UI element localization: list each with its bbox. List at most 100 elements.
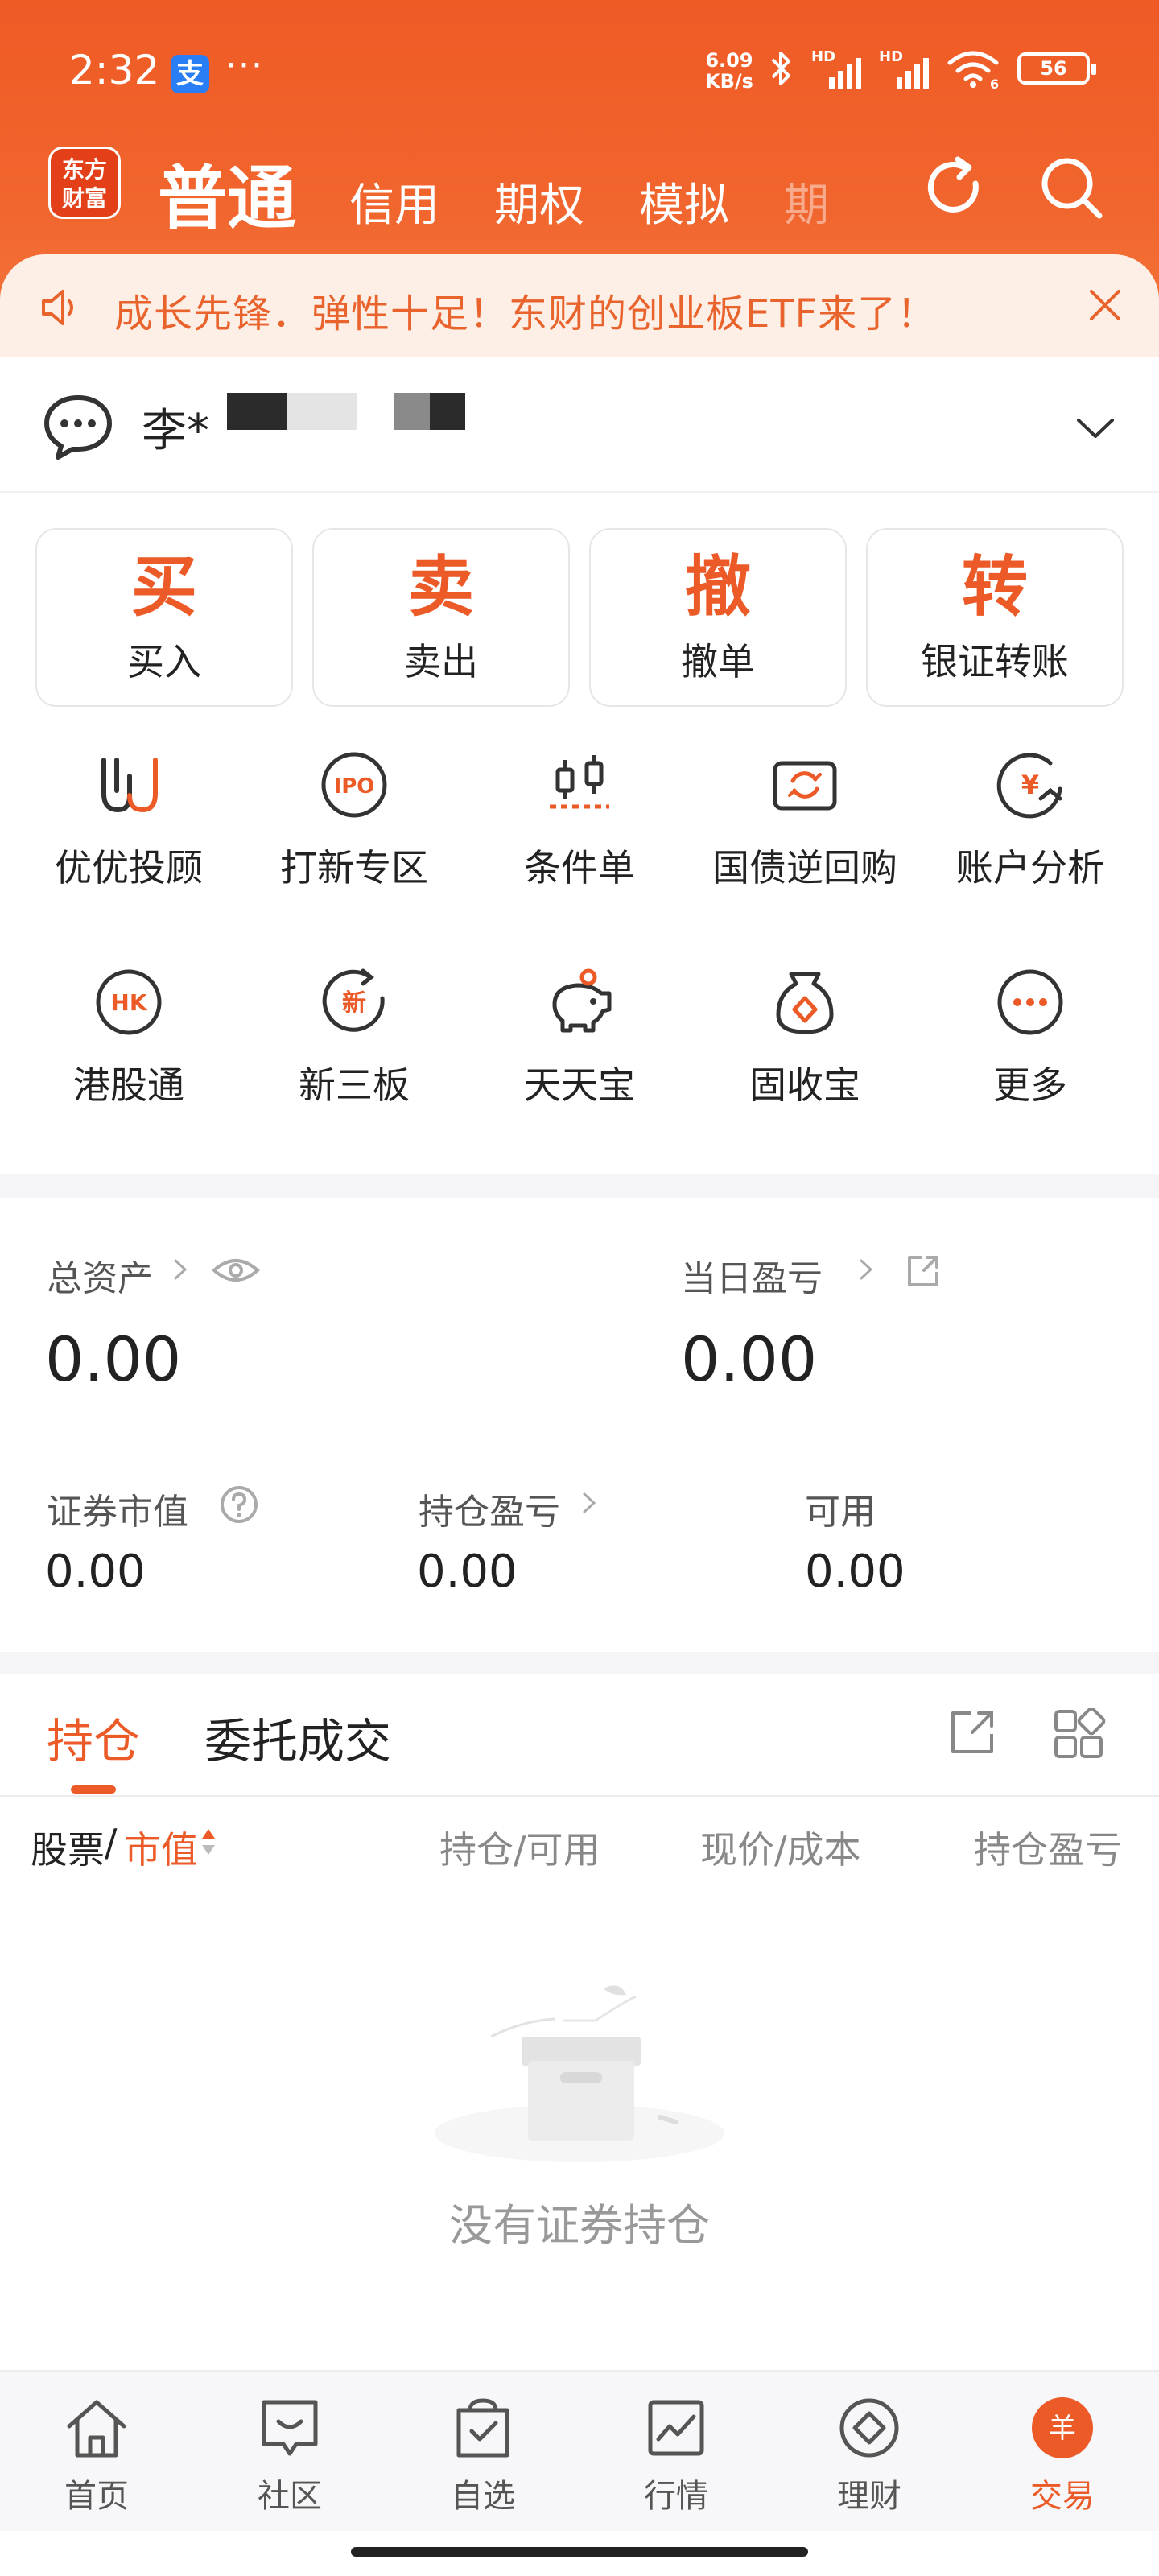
column-hold-pl: 持仓盈亏 <box>974 1828 1122 1869</box>
nav-watchlist-label: 自选 <box>451 2478 515 2515</box>
net-speed-value: 6.09 <box>705 49 753 72</box>
market-icon <box>648 2400 704 2456</box>
wifi-icon: 6 <box>947 51 999 89</box>
tab-orders-trades[interactable]: 委托成交 <box>204 1703 391 1771</box>
nav-community[interactable]: 社区 <box>209 2394 370 2516</box>
bank-transfer-button[interactable]: 转 银证转账 <box>866 528 1124 707</box>
wealth-icon <box>839 2398 899 2458</box>
export-icon[interactable] <box>947 1707 998 1758</box>
buy-label: 买入 <box>127 640 201 683</box>
masked-account-block <box>227 393 287 430</box>
daily-pl-label[interactable]: 当日盈亏 <box>681 1249 823 1301</box>
money-bag-icon <box>776 972 834 1034</box>
empty-box-illustration <box>435 1985 724 2162</box>
tab-credit[interactable]: 信用 <box>349 169 439 234</box>
wifi-badge: 6 <box>990 76 999 89</box>
brand-logo-line1: 东方 <box>61 156 107 183</box>
nav-wealth[interactable]: 理财 <box>789 2394 950 2516</box>
more-icon <box>997 969 1063 1035</box>
tiantianbao-button[interactable]: 天天宝 <box>467 966 692 1107</box>
tab-positions[interactable]: 持仓 <box>47 1703 140 1771</box>
tiantianbao-label: 天天宝 <box>524 1063 635 1107</box>
empty-positions-text: 没有证券持仓 <box>449 2200 710 2251</box>
available-value: 0.00 <box>805 1546 905 1598</box>
trade-icon-glyph: 羊 <box>1049 2413 1076 2445</box>
guoshoubao-button[interactable]: 固收宝 <box>692 966 918 1107</box>
new-third-board-button[interactable]: 新 新三板 <box>241 966 467 1107</box>
market-value: 0.00 <box>45 1546 146 1598</box>
chevron-right-icon[interactable] <box>856 1256 877 1283</box>
status-time: 2:32 <box>69 47 160 93</box>
account-selector[interactable]: 李* <box>0 357 1159 493</box>
home-indicator[interactable] <box>351 2547 808 2557</box>
bond-repo-icon <box>773 761 837 811</box>
nav-market[interactable]: 行情 <box>596 2394 757 2516</box>
community-icon <box>262 2400 318 2456</box>
nav-trade[interactable]: 羊 交易 <box>982 2394 1143 2516</box>
signal-icon-1: HD <box>811 48 861 89</box>
account-analysis-button[interactable]: ¥ 账户分析 <box>918 749 1143 890</box>
grid-view-icon[interactable] <box>1053 1708 1106 1761</box>
share-icon[interactable] <box>905 1253 942 1290</box>
column-hold-available: 持仓/可用 <box>439 1828 600 1872</box>
bond-repo-button[interactable]: 国债逆回购 <box>692 749 918 890</box>
market-value-label: 证券市值 <box>47 1492 188 1533</box>
chevron-down-icon[interactable] <box>1074 406 1117 449</box>
close-icon[interactable] <box>1087 287 1124 324</box>
hk-connect-icon: HK <box>96 969 162 1035</box>
guoshoubao-label: 固收宝 <box>749 1063 860 1107</box>
chevron-right-icon[interactable] <box>171 1256 192 1283</box>
chat-bubble-icon[interactable] <box>42 393 114 462</box>
eye-icon[interactable] <box>211 1254 261 1286</box>
bluetooth-icon <box>771 52 790 85</box>
available-label: 可用 <box>805 1492 876 1533</box>
tab-simulation[interactable]: 模拟 <box>639 169 729 234</box>
tab-options[interactable]: 期权 <box>494 169 584 234</box>
buy-glyph: 买 <box>130 549 197 625</box>
search-icon[interactable] <box>1035 151 1107 224</box>
refresh-icon[interactable] <box>918 151 990 224</box>
total-assets-label[interactable]: 总资产 <box>47 1249 153 1301</box>
buy-button[interactable]: 买 买入 <box>35 528 293 707</box>
nav-market-label: 行情 <box>644 2478 708 2515</box>
status-icons: HD HD 6 56 <box>769 48 1096 89</box>
bottom-navigation: 首页 社区 自选 行情 理财 羊 交易 <box>0 2370 1159 2531</box>
chevron-right-icon[interactable] <box>580 1489 600 1517</box>
hk-connect-label: 港股通 <box>73 1063 184 1107</box>
position-pl-label[interactable]: 持仓盈亏 <box>419 1483 560 1534</box>
status-bar: 2:32 支 ··· 6.09 KB/s HD HD 6 56 <box>0 0 1159 137</box>
account-type-nav: 东方 财富 普通 信用 期权 模拟 期 <box>0 137 1159 250</box>
transfer-glyph: 转 <box>961 549 1028 625</box>
new-third-board-icon: 新 <box>322 968 385 1032</box>
notice-banner[interactable]: 成长先锋．弹性十足！东财的创业板ETF来了！ <box>0 254 1159 357</box>
speaker-icon <box>42 290 73 325</box>
cancel-order-button[interactable]: 撤 撤单 <box>589 528 847 707</box>
app-header: 2:32 支 ··· 6.09 KB/s HD HD 6 56 东方 财富 普通… <box>0 0 1159 357</box>
section-divider <box>0 1174 1159 1198</box>
column-market-value[interactable]: 市值 <box>124 1821 198 1874</box>
bond-repo-label: 国债逆回购 <box>712 846 897 890</box>
nav-watchlist[interactable]: 自选 <box>402 2394 563 2516</box>
column-price-cost: 现价/成本 <box>700 1828 861 1872</box>
nav-home[interactable]: 首页 <box>16 2394 177 2516</box>
hk-connect-button[interactable]: HK 港股通 <box>16 966 241 1107</box>
sort-icon[interactable] <box>200 1826 217 1858</box>
uu-advisor-icon <box>101 758 158 813</box>
daily-pl-value: 0.00 <box>681 1323 818 1395</box>
tab-futures[interactable]: 期 <box>784 169 832 234</box>
column-stock: 股票 <box>31 1828 105 1872</box>
battery-icon: 56 <box>1017 52 1096 85</box>
sell-label: 卖出 <box>404 640 478 683</box>
column-hold-pl-clip: 持仓盈亏 <box>974 1821 1132 1869</box>
transfer-label: 银证转账 <box>921 640 1069 683</box>
more-functions-button[interactable]: 更多 <box>918 966 1143 1107</box>
notification-dots: ··· <box>225 45 264 86</box>
more-functions-label: 更多 <box>993 1063 1067 1107</box>
signal-icon-2: HD <box>879 48 929 89</box>
uu-advisor-button[interactable]: 优优投顾 <box>16 749 241 890</box>
sell-button[interactable]: 卖 卖出 <box>312 528 570 707</box>
help-icon[interactable] <box>219 1484 259 1525</box>
condition-order-button[interactable]: 条件单 <box>467 749 692 890</box>
ipo-zone-button[interactable]: IPO 打新专区 <box>241 749 467 890</box>
tab-normal[interactable]: 普通 <box>158 142 296 242</box>
